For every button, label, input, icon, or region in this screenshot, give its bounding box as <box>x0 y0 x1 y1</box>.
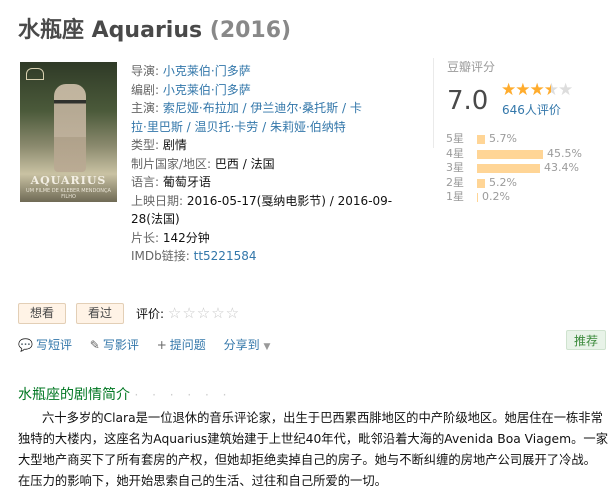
rate-label: 评价: <box>136 307 165 321</box>
language-label: 语言: <box>131 175 160 189</box>
star-half-icon: ★ <box>543 80 559 100</box>
cast-link-continued[interactable]: 拉·里巴斯 / 温贝托·卡劳 / 朱莉娅·伯纳特 <box>131 120 346 134</box>
director-link[interactable]: 小克莱伯·门多萨 <box>163 64 251 78</box>
caret-down-icon: ▼ <box>263 342 271 352</box>
director-label: 导演: <box>131 64 160 78</box>
action-links: 💬 写短评 ✎ 写影评 + 提问题 分享到 ▼ <box>18 337 284 355</box>
rating-dist-bar <box>477 135 485 144</box>
release-label: 上映日期: <box>131 193 184 208</box>
plus-icon: + <box>156 338 167 352</box>
star-icon: ★ <box>529 80 545 100</box>
movie-year: (2016) <box>209 18 292 43</box>
release-value: 2016-05-17(戛纳电影节) / 2016-09- <box>186 193 393 208</box>
cast-row: 主演: 索尼娅·布拉加 / 伊兰迪尔·桑托斯 / 卡 <box>131 99 421 118</box>
rating-dist-pct: 43.4% <box>544 161 579 174</box>
rating-score: 7.0 <box>447 86 489 116</box>
poster-figure <box>54 84 86 172</box>
star-empty-icon: ★ <box>558 80 573 100</box>
writer-link[interactable]: 小克莱伯·门多萨 <box>163 83 251 97</box>
genre-value: 剧情 <box>162 138 187 152</box>
rating-dist-row: 3星 43.4% <box>446 161 606 176</box>
star-icon: ★ <box>501 80 516 100</box>
rating-dist-row: 1星 0.2% <box>446 190 606 205</box>
star-icon: ★ <box>515 80 530 100</box>
watched-button[interactable]: 看过 <box>76 303 124 324</box>
movie-poster[interactable]: AQUARIUS UM FILME DE KLEBER MENDONÇA FIL… <box>20 62 117 202</box>
movie-name: 水瓶座 Aquarius <box>18 18 203 43</box>
short-review-label: 写短评 <box>35 338 72 352</box>
synopsis-heading: 水瓶座的剧情简介 · · · · · · <box>18 384 231 404</box>
imdb-row: IMDb链接: tt5221584 <box>131 247 421 266</box>
pencil-icon: ✎ <box>89 338 100 352</box>
rating-title: 豆瓣评分 <box>447 60 496 74</box>
comment-icon: 💬 <box>18 338 33 352</box>
rating-dist-bar <box>477 193 478 202</box>
rate-stars[interactable]: ☆☆☆☆☆ <box>168 304 240 322</box>
cast-row-continued: 拉·里巴斯 / 温贝托·卡劳 / 朱莉娅·伯纳特 <box>131 118 421 137</box>
review-link[interactable]: ✎ 写影评 <box>90 338 139 352</box>
rating-votes-link[interactable]: 646人评价 <box>502 101 561 118</box>
rate-widget: 评价: ☆☆☆☆☆ <box>136 303 240 325</box>
imdb-link[interactable]: tt5221584 <box>194 249 257 263</box>
country-label: 制片国家/地区: <box>131 156 212 171</box>
synopsis-title: 水瓶座的剧情简介 <box>18 387 130 403</box>
language-value: 葡萄牙语 <box>162 175 211 189</box>
rating-dist-label: 5星 <box>446 132 464 145</box>
rating-dist-pct: 5.7% <box>489 132 517 145</box>
rating-dist-label: 3星 <box>446 161 464 174</box>
poster-title: AQUARIUS <box>30 174 107 187</box>
rating-dist-row: 2星 5.2% <box>446 176 606 191</box>
share-label: 分享到 <box>223 338 260 352</box>
wish-button[interactable]: 想看 <box>18 303 66 324</box>
director-row: 导演: 小克莱伯·门多萨 <box>131 62 421 81</box>
genre-row: 类型: 剧情 <box>131 136 421 155</box>
synopsis-text: 六十多岁的Clara是一位退休的音乐评论家，出生于巴西累西腓地区的中产阶级地区。… <box>18 411 608 488</box>
rating-distribution: 5星 5.7% 4星 45.5% 3星 43.4% 2星 5.2% 1星 0.2% <box>446 132 606 205</box>
question-label: 提问题 <box>169 338 206 352</box>
imdb-label: IMDb链接: <box>131 249 190 263</box>
country-row: 制片国家/地区: 巴西 / 法国 <box>131 155 421 174</box>
cast-label: 主演: <box>131 101 160 115</box>
rating-dist-label: 4星 <box>446 146 464 160</box>
laurel-icon <box>26 68 44 80</box>
rating-dist-pct: 5.2% <box>489 175 517 189</box>
short-review-link[interactable]: 💬 写短评 <box>18 338 72 352</box>
review-label: 写影评 <box>102 338 139 352</box>
rating-dist-bar <box>477 178 485 188</box>
release-value-continued: 28(法国) <box>131 212 180 226</box>
movie-info: 导演: 小克莱伯·门多萨 编剧: 小克莱伯·门多萨 主演: 索尼娅·布拉加 / … <box>131 62 421 266</box>
poster-subtitle: UM FILME DE KLEBER MENDONÇA FILHO <box>26 188 111 200</box>
rating-dist-bar <box>477 164 540 173</box>
rating-dist-pct: 45.5% <box>547 146 582 160</box>
runtime-row: 片长: 142分钟 <box>131 229 421 248</box>
runtime-value: 142分钟 <box>162 230 210 245</box>
cast-link[interactable]: 索尼娅·布拉加 / 伊兰迪尔·桑托斯 / 卡 <box>163 101 362 115</box>
rating-stars-icon: ★★★★★ <box>501 80 573 100</box>
recommend-button[interactable]: 推荐 <box>566 330 606 350</box>
release-row-continued: 28(法国) <box>131 210 421 229</box>
rating-dist-label: 1星 <box>446 190 464 203</box>
language-row: 语言: 葡萄牙语 <box>131 173 421 192</box>
runtime-label: 片长: <box>131 230 160 245</box>
rating-dist-row: 5星 5.7% <box>446 132 606 147</box>
question-link[interactable]: + 提问题 <box>157 338 206 352</box>
rating-dist-pct: 0.2% <box>482 190 510 203</box>
country-value: 巴西 / 法国 <box>214 156 275 171</box>
page-title: 水瓶座 Aquarius (2016) <box>18 12 291 44</box>
genre-label: 类型: <box>131 138 160 152</box>
rating-dist-label: 2星 <box>446 175 464 189</box>
synopsis-dots: · · · · · · <box>134 388 232 402</box>
writer-label: 编剧: <box>131 82 160 97</box>
share-dropdown[interactable]: 分享到 ▼ <box>224 338 271 352</box>
writer-row: 编剧: 小克莱伯·门多萨 <box>131 81 421 100</box>
release-row: 上映日期: 2016-05-17(戛纳电影节) / 2016-09- <box>131 192 421 211</box>
rating-dist-bar <box>477 149 543 159</box>
rating-dist-row: 4星 45.5% <box>446 147 606 162</box>
